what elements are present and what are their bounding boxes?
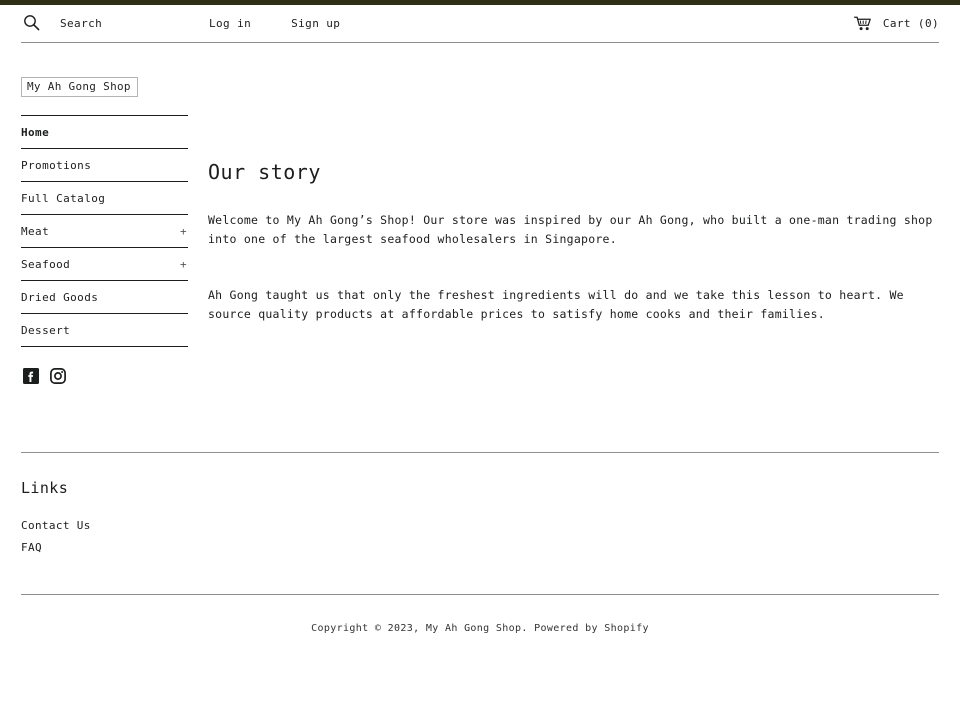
page-title: Our story [208,160,321,184]
copyright-platform-link[interactable]: Shopify [604,623,649,634]
sidebar-item-label: Dessert [21,323,71,337]
search-label[interactable]: Search [60,17,102,30]
sidebar-item-promotions[interactable]: Promotions [21,149,188,182]
footer-links-list: Contact Us FAQ [21,514,939,556]
facebook-icon[interactable] [23,368,39,384]
search-icon[interactable] [23,14,40,31]
sidebar-item-label: Meat [21,224,50,238]
list-item: Contact Us [21,514,939,534]
sidebar-nav: Home Promotions Full Catalog Meat + Seaf… [21,115,188,347]
footer-link-faq[interactable]: FAQ [21,541,42,554]
footer-links-title: Links [21,479,69,497]
sidebar-item-label: Dried Goods [21,290,99,304]
header-auth-links: Log in Sign up [209,17,340,30]
sidebar-item-full-catalog[interactable]: Full Catalog [21,182,188,215]
footer-links-block: Links Contact Us FAQ [21,453,939,556]
footer-spacer-bottom [21,558,939,594]
story-paragraph-2: Ah Gong taught us that only the freshest… [208,288,904,321]
login-link[interactable]: Log in [209,17,251,30]
sidebar-item-label: Home [21,125,50,139]
story-paragraph-1: Welcome to My Ah Gong’s Shop! Our store … [208,213,933,246]
cart-button[interactable]: Cart (0) [853,16,939,31]
sidebar-item-meat[interactable]: Meat + [21,215,188,248]
instagram-icon[interactable] [50,368,66,384]
header-search-group[interactable]: Search [21,15,102,32]
body-columns: Home Promotions Full Catalog Meat + Seaf… [21,115,939,384]
footer-link-contact-us[interactable]: Contact Us [21,519,91,532]
site-header: Search Log in Sign up Cart (0) [21,5,939,43]
sidebar-item-home[interactable]: Home [21,116,188,149]
copyright-prefix: Copyright © 2023, [311,623,426,634]
shopping-cart-icon [853,16,872,31]
copyright-middle: . Powered by [521,623,605,634]
sidebar-item-label: Full Catalog [21,191,106,205]
plus-expander-icon[interactable]: + [180,258,188,271]
logo-area: My Ah Gong Shop [21,43,939,115]
copyright-row: Copyright © 2023, My Ah Gong Shop. Power… [21,595,939,635]
copyright-text: Copyright © 2023, My Ah Gong Shop. Power… [311,623,649,634]
shop-logo-alt-text[interactable]: My Ah Gong Shop [21,77,138,97]
cart-label: Cart (0) [882,17,939,30]
sidebar-item-label: Seafood [21,257,71,271]
signup-link[interactable]: Sign up [291,17,340,30]
footer-spacer [21,384,939,452]
social-links [21,347,188,384]
sidebar-item-label: Promotions [21,158,92,172]
copyright-shop-link[interactable]: My Ah Gong Shop [426,623,522,634]
list-item: FAQ [21,536,939,556]
site-footer: Links Contact Us FAQ Copyright © 2023, M… [21,384,939,635]
sidebar-item-seafood[interactable]: Seafood + [21,248,188,281]
main-content: Our story Welcome to My Ah Gong’s Shop! … [188,115,939,324]
sidebar-item-dessert[interactable]: Dessert [21,314,188,347]
sidebar: Home Promotions Full Catalog Meat + Seaf… [21,115,188,384]
sidebar-item-dried-goods[interactable]: Dried Goods [21,281,188,314]
plus-expander-icon[interactable]: + [180,225,188,238]
page-container: Search Log in Sign up Cart (0) My Ah Gon… [0,5,960,635]
